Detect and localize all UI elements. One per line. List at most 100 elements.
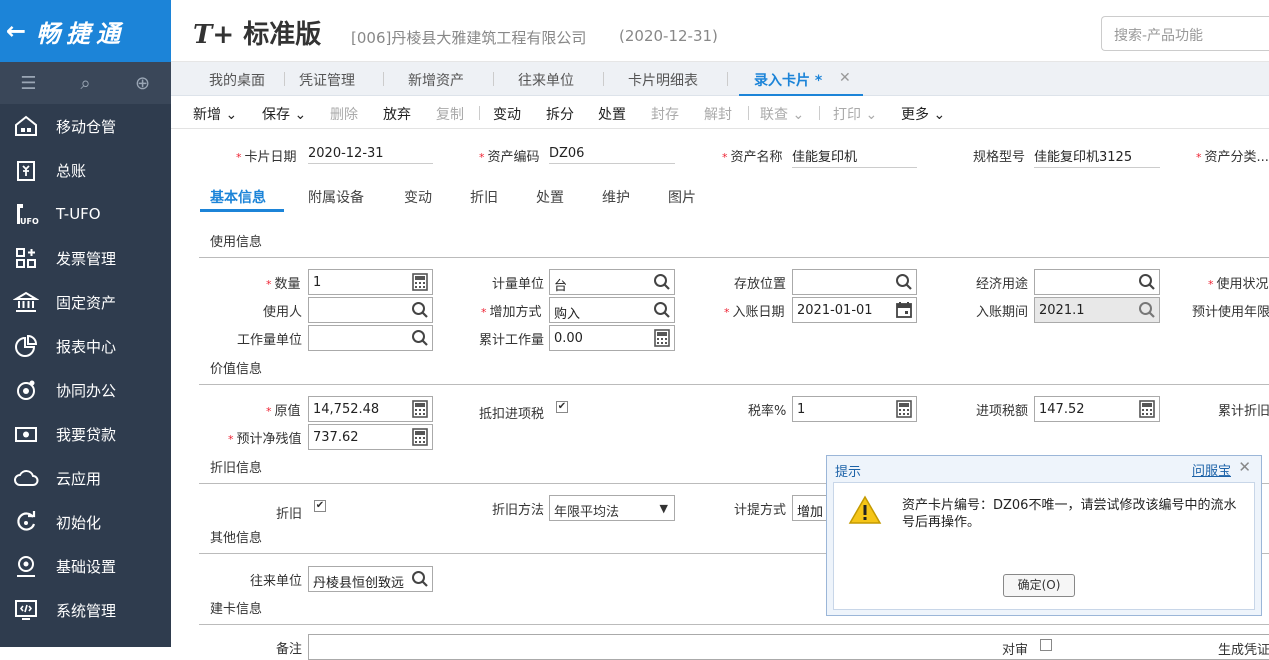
search-icon[interactable] xyxy=(653,301,671,319)
tab-partners[interactable]: 往来单位 xyxy=(518,70,574,90)
unit-label: 计量单位 xyxy=(492,277,545,292)
entry-date-input[interactable]: 2021-01-01 xyxy=(792,297,917,323)
ok-button[interactable]: 确定(O) xyxy=(1003,574,1075,597)
input-tax-input[interactable]: 147.52 xyxy=(1034,396,1160,422)
calculator-icon[interactable] xyxy=(411,428,429,446)
subtab-change[interactable]: 变动 xyxy=(404,187,432,207)
search-icon[interactable] xyxy=(895,273,913,291)
subtab-maintain[interactable]: 维护 xyxy=(602,187,630,207)
tax-rate-input[interactable]: 1 xyxy=(792,396,917,422)
search-icon[interactable] xyxy=(653,273,671,291)
sidebar-item-10[interactable]: 基础设置 xyxy=(0,544,171,588)
delete-button[interactable]: 删除 xyxy=(330,104,358,124)
sidebar-item-label: 移动仓管 xyxy=(56,117,117,136)
product-logo: T+ 标准版 xyxy=(193,14,321,51)
location-input[interactable] xyxy=(792,269,917,295)
add-button[interactable]: 新增 ⌄ xyxy=(193,104,237,124)
residual-input[interactable]: 737.62 xyxy=(308,424,433,450)
calculator-icon[interactable] xyxy=(653,329,671,347)
sidebar-item-1[interactable]: 总账 xyxy=(0,148,171,192)
partner-input[interactable]: 丹棱县恒创致远 xyxy=(308,566,433,592)
more-button[interactable]: 更多 ⌄ xyxy=(901,104,945,124)
sidebar-item-label: 云应用 xyxy=(56,469,102,488)
add-doc-icon[interactable]: ⊕ xyxy=(114,73,171,94)
dispose-button[interactable]: 处置 xyxy=(598,104,626,124)
sidebar-item-0[interactable]: 移动仓管 xyxy=(0,104,171,148)
sidebar-item-6[interactable]: 协同办公 xyxy=(0,368,171,412)
add-method-label: * 增加方式 xyxy=(481,305,542,320)
search-icon[interactable] xyxy=(411,570,429,588)
qty-input[interactable]: 1 xyxy=(308,269,433,295)
dep-method-select[interactable]: 年限平均法 ▼ xyxy=(549,495,675,521)
audit-checkbox[interactable] xyxy=(1040,639,1052,651)
split-button[interactable]: 拆分 xyxy=(546,104,574,124)
original-value-input[interactable]: 14,752.48 xyxy=(308,396,433,422)
unseal-button[interactable]: 解封 xyxy=(704,104,732,124)
accum-work-input[interactable]: 0.00 xyxy=(549,325,675,351)
sidebar-item-9[interactable]: 初始化 xyxy=(0,500,171,544)
alert-dialog: 提示 问服宝 ✕ 资产卡片编号：DZ06不唯一，请尝试修改该编号中的流水号后再操… xyxy=(826,455,1262,616)
calculator-icon[interactable] xyxy=(1138,400,1156,418)
search-icon[interactable] xyxy=(411,329,429,347)
product-search-input[interactable]: 搜索-产品功能 xyxy=(1101,16,1269,51)
user-input[interactable] xyxy=(308,297,433,323)
calculator-icon[interactable] xyxy=(895,400,913,418)
print-button[interactable]: 打印 ⌄ xyxy=(833,104,877,124)
subtab-accessories[interactable]: 附属设备 xyxy=(308,187,364,207)
tab-enter-card[interactable]: 录入卡片 * xyxy=(754,70,822,90)
sidebar-item-8[interactable]: 云应用 xyxy=(0,456,171,500)
purpose-input[interactable] xyxy=(1034,269,1160,295)
deduct-tax-checkbox[interactable]: ✔ xyxy=(556,401,568,413)
back-arrow-icon[interactable]: ← xyxy=(6,17,26,45)
copy-button[interactable]: 复制 xyxy=(436,104,464,124)
close-icon[interactable]: ✕ xyxy=(1238,458,1251,476)
subtab-images[interactable]: 图片 xyxy=(668,187,696,207)
system-icon xyxy=(12,596,40,624)
remark-input[interactable] xyxy=(308,634,1269,660)
search-icon[interactable] xyxy=(411,301,429,319)
abandon-button[interactable]: 放弃 xyxy=(383,104,411,124)
subtab-basic[interactable]: 基本信息 xyxy=(210,187,266,207)
sidebar-item-4[interactable]: 固定资产 xyxy=(0,280,171,324)
work-unit-input[interactable] xyxy=(308,325,433,351)
tab-card-detail[interactable]: 卡片明细表 xyxy=(628,70,698,90)
tab-separator xyxy=(603,72,604,86)
spec-field[interactable]: 佳能复印机3125 xyxy=(1034,146,1160,168)
sidebar-item-7[interactable]: 我要贷款 xyxy=(0,412,171,456)
dialog-help-link[interactable]: 问服宝 xyxy=(1192,460,1231,479)
menu-icon[interactable]: ☰ xyxy=(0,73,57,94)
tab-desktop[interactable]: 我的桌面 xyxy=(209,70,265,90)
expected-life-label: 预计使用年限 xyxy=(1192,305,1269,320)
tab-close-icon[interactable]: ✕ xyxy=(839,70,851,86)
sidebar-tools: ☰ ⌕ ⊕ xyxy=(0,62,171,104)
dialog-header: 提示 问服宝 ✕ xyxy=(827,456,1261,480)
sidebar-item-2[interactable]: UFO T-UFO xyxy=(0,192,171,236)
calendar-icon[interactable] xyxy=(895,301,913,319)
add-method-input[interactable]: 购入 xyxy=(549,297,675,323)
sidebar-item-5[interactable]: 报表中心 xyxy=(0,324,171,368)
accum-dep-label: 累计折旧 xyxy=(1218,404,1269,419)
original-value-label: * 原值 xyxy=(266,404,301,419)
sidebar-item-11[interactable]: 系统管理 xyxy=(0,588,171,632)
unit-input[interactable]: 台 xyxy=(549,269,675,295)
top-header: T+ 标准版 [006]丹棱县大雅建筑工程有限公司 (2020-12-31) 搜… xyxy=(171,0,1269,62)
search-icon[interactable] xyxy=(1138,273,1156,291)
tab-new-asset[interactable]: 新增资产 xyxy=(408,70,464,90)
depreciation-checkbox[interactable]: ✔ xyxy=(314,500,326,512)
search-doc-icon[interactable]: ⌕ xyxy=(57,73,114,94)
calculator-icon[interactable] xyxy=(411,400,429,418)
query-button[interactable]: 联查 ⌄ xyxy=(760,104,804,124)
calculator-icon[interactable] xyxy=(411,273,429,291)
subtab-underline xyxy=(200,209,284,212)
asset-name-field[interactable]: 佳能复印机 xyxy=(792,146,917,168)
card-date-field[interactable]: 2020-12-31 xyxy=(308,146,433,164)
sidebar-item-3[interactable]: 发票管理 xyxy=(0,236,171,280)
tab-voucher[interactable]: 凭证管理 xyxy=(299,70,355,90)
save-button[interactable]: 保存 ⌄ xyxy=(262,104,306,124)
asset-code-field[interactable]: DZ06 xyxy=(549,146,675,164)
subtab-depreciation[interactable]: 折旧 xyxy=(470,187,498,207)
divider xyxy=(199,384,1269,385)
subtab-dispose[interactable]: 处置 xyxy=(536,187,564,207)
change-button[interactable]: 变动 xyxy=(493,104,521,124)
seal-button[interactable]: 封存 xyxy=(651,104,679,124)
